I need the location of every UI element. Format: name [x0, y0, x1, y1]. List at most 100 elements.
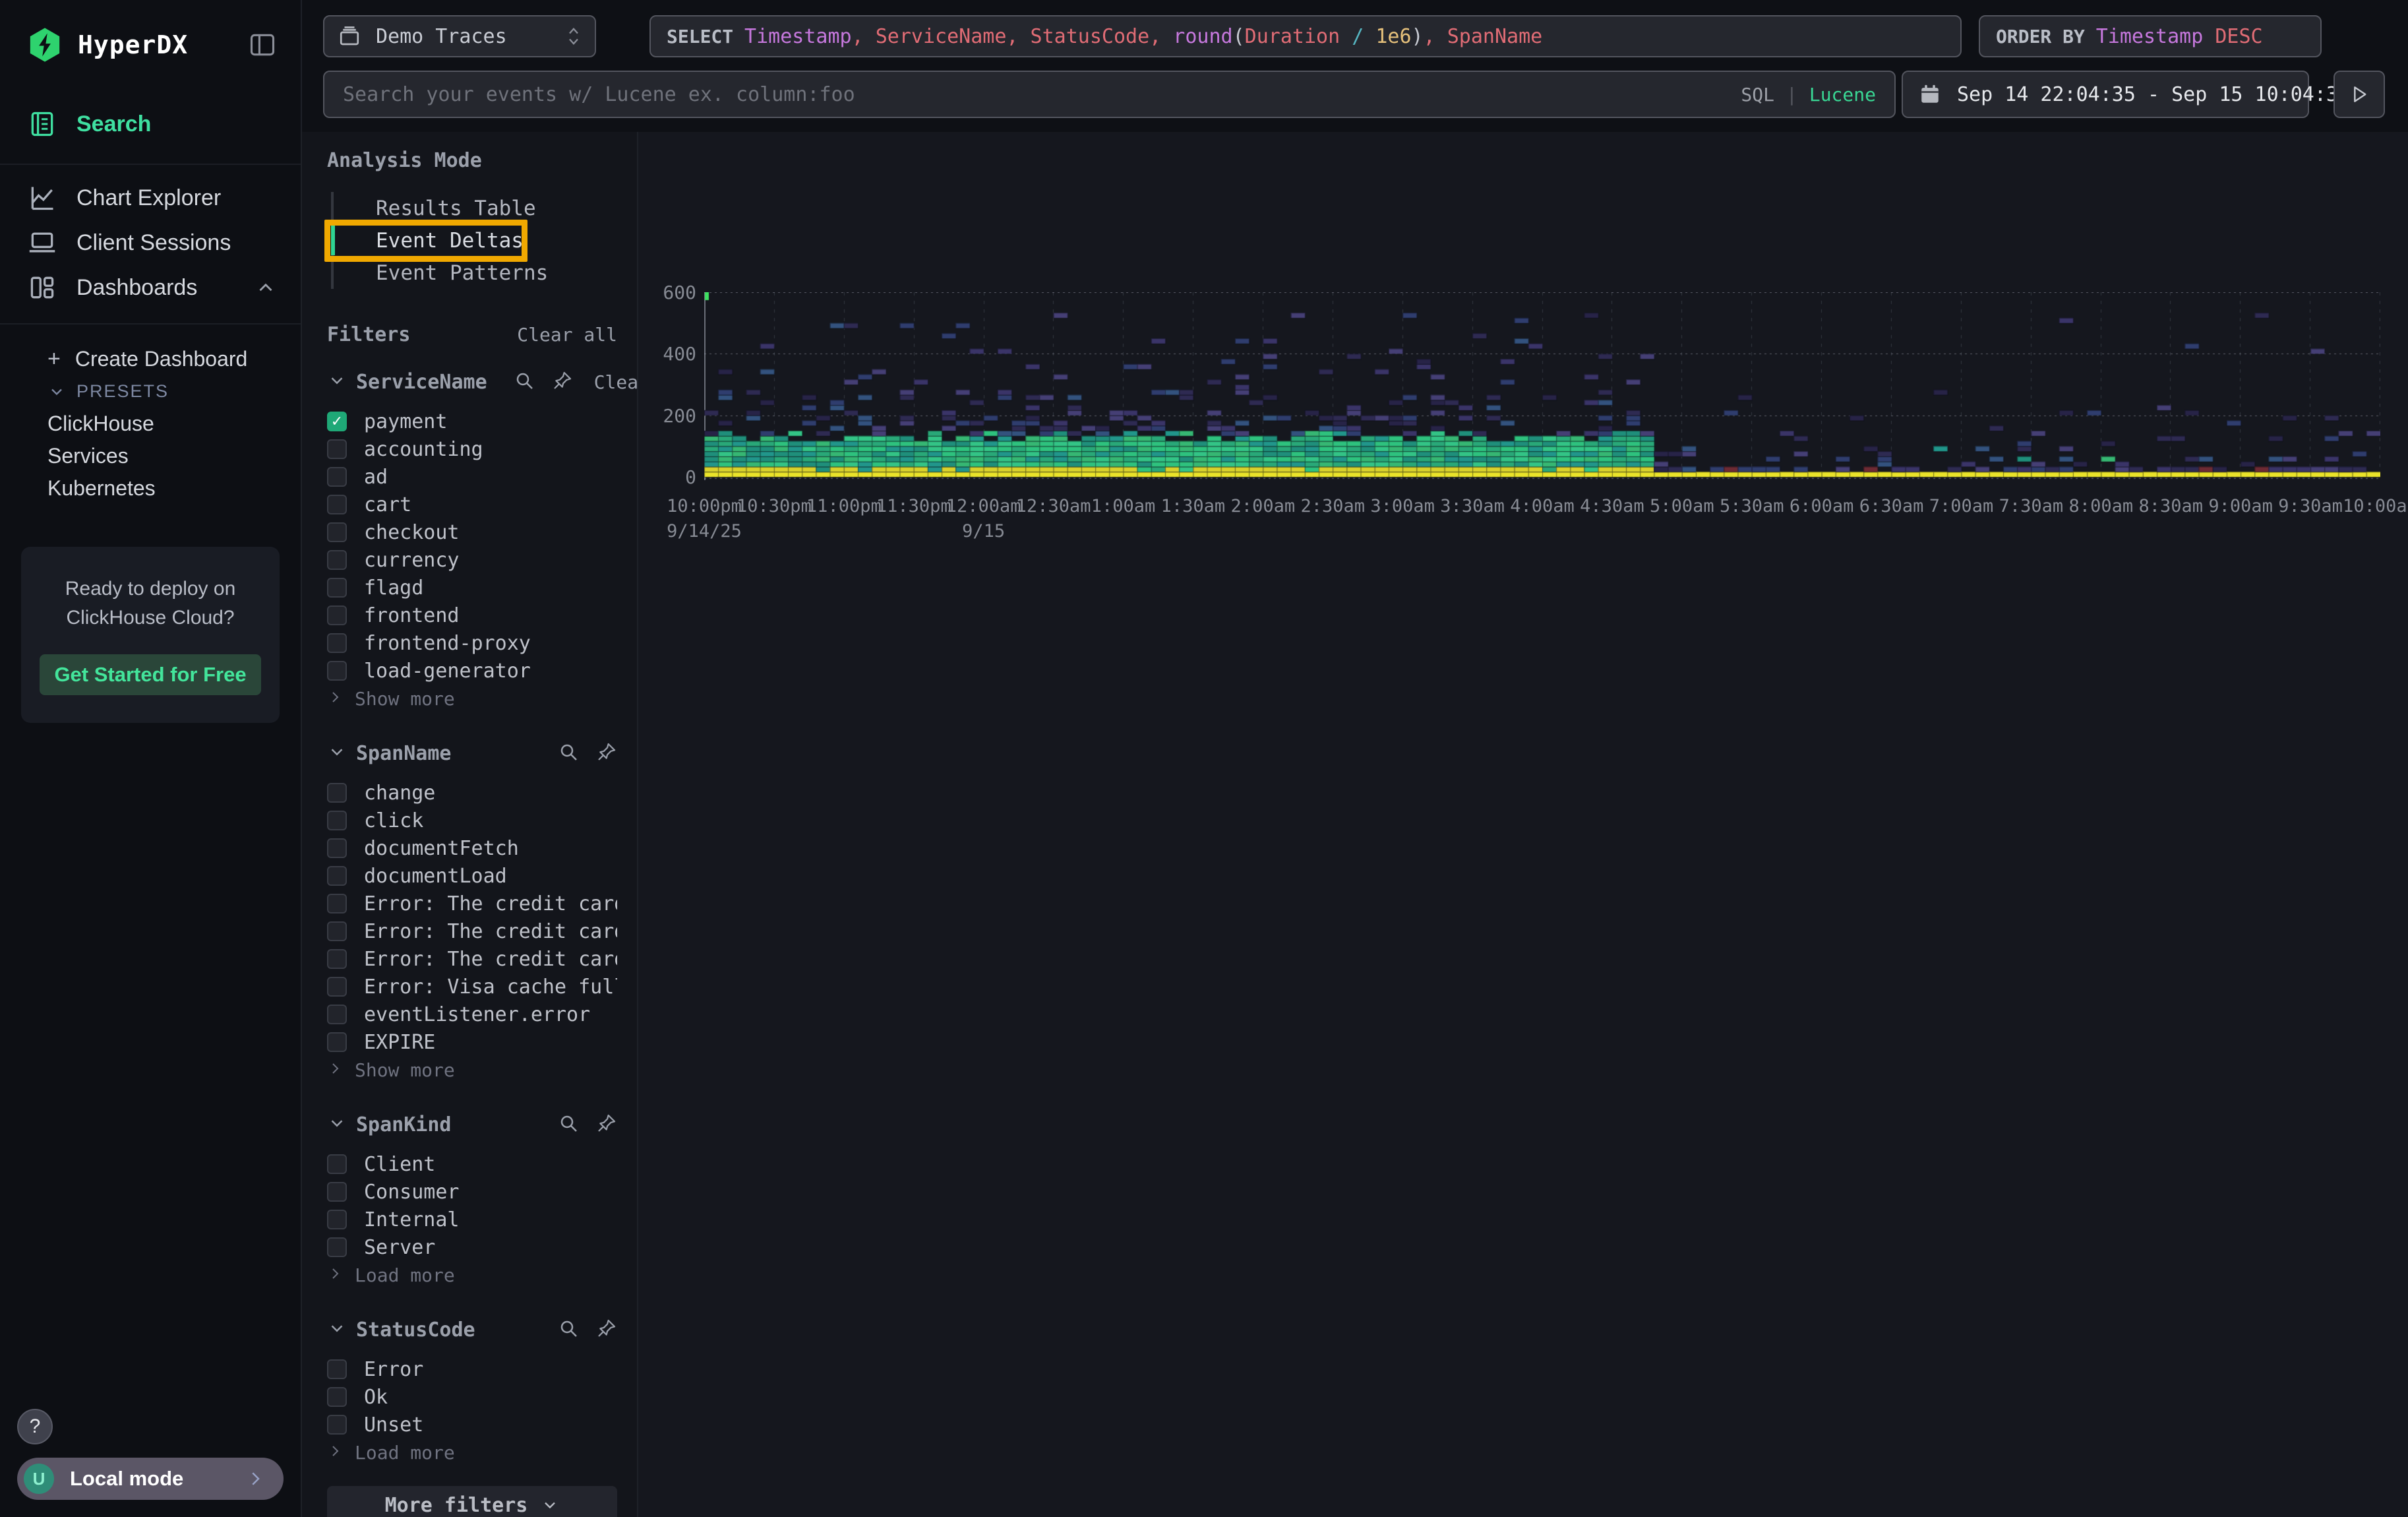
filter-option-unset[interactable]: Unset: [327, 1411, 617, 1439]
filter-option-error[interactable]: Error: [327, 1355, 617, 1383]
checkbox[interactable]: [327, 661, 347, 681]
hyperdx-logo-icon: [26, 26, 63, 63]
filter-option-accounting[interactable]: accounting: [327, 435, 617, 463]
checkbox[interactable]: [327, 1210, 347, 1229]
checkbox[interactable]: [327, 467, 347, 487]
local-mode-menu[interactable]: U Local mode: [17, 1458, 284, 1500]
pin-icon[interactable]: [588, 1113, 617, 1137]
chevron-down-icon[interactable]: [327, 742, 347, 765]
filter-option-frontend-proxy[interactable]: frontend-proxy: [327, 629, 617, 657]
checkbox[interactable]: [327, 1005, 347, 1024]
checkbox[interactable]: [327, 811, 347, 830]
filter-option-click[interactable]: click: [327, 807, 617, 834]
filter-option-error-the-credit-card-[interactable]: Error: The credit card (…: [327, 945, 617, 973]
sidebar-item-kubernetes[interactable]: Kubernetes: [0, 472, 301, 505]
checkbox[interactable]: [327, 1359, 347, 1379]
chevron-down-icon[interactable]: [327, 371, 347, 394]
checkbox[interactable]: [327, 495, 347, 514]
run-query-button[interactable]: [2333, 71, 2385, 118]
show-more-button[interactable]: Show more: [327, 685, 617, 712]
search-input[interactable]: [343, 83, 1728, 106]
sidebar-item-dashboards[interactable]: Dashboards: [0, 265, 301, 310]
help-button[interactable]: ?: [17, 1409, 53, 1444]
checkbox[interactable]: [327, 522, 347, 542]
filter-option-internal[interactable]: Internal: [327, 1206, 617, 1233]
checkbox[interactable]: [327, 439, 347, 459]
filter-option-client[interactable]: Client: [327, 1150, 617, 1178]
analysis-mode-results-table[interactable]: Results Table: [334, 192, 617, 224]
pin-icon[interactable]: [544, 370, 573, 394]
filter-option-ok[interactable]: Ok: [327, 1383, 617, 1411]
filter-option-ad[interactable]: ad: [327, 463, 617, 491]
sql-select-editor[interactable]: SELECT Timestamp, ServiceName, StatusCod…: [649, 15, 1962, 57]
checkbox[interactable]: [327, 894, 347, 913]
order-by-editor[interactable]: ORDER BY Timestamp DESC: [1979, 15, 2322, 57]
sidebar-item-services[interactable]: Services: [0, 440, 301, 472]
checkbox[interactable]: ✓: [327, 412, 347, 431]
filter-option-frontend[interactable]: frontend: [327, 602, 617, 629]
more-filters-button[interactable]: More filters: [327, 1486, 617, 1517]
chevron-down-icon[interactable]: [327, 1113, 347, 1136]
checkbox[interactable]: [327, 1237, 347, 1257]
sidebar-item-search[interactable]: Search: [0, 102, 301, 146]
filter-option-flagd[interactable]: flagd: [327, 574, 617, 602]
presets-toggle[interactable]: PRESETS: [0, 375, 301, 408]
filter-option-change[interactable]: change: [327, 779, 617, 807]
filter-option-currency[interactable]: currency: [327, 546, 617, 574]
checkbox[interactable]: [327, 866, 347, 886]
sidebar-collapse-icon[interactable]: [248, 30, 277, 59]
search-icon[interactable]: [550, 1318, 579, 1342]
filter-option-error-visa-cache-full-[interactable]: Error: Visa cache full: …: [327, 973, 617, 1001]
clear-all-button[interactable]: Clear all: [517, 324, 617, 346]
filter-option-cart[interactable]: cart: [327, 491, 617, 518]
checkbox[interactable]: [327, 1032, 347, 1052]
checkbox[interactable]: [327, 977, 347, 997]
pin-icon[interactable]: [588, 741, 617, 766]
heatmap-canvas[interactable]: [704, 292, 2380, 480]
filter-option-eventlistener-error[interactable]: eventListener.error: [327, 1001, 617, 1028]
load-more-button[interactable]: Load more: [327, 1261, 617, 1289]
filter-option-consumer[interactable]: Consumer: [327, 1178, 617, 1206]
checkbox[interactable]: [327, 605, 347, 625]
checkbox[interactable]: [327, 1415, 347, 1435]
sidebar-item-client-sessions[interactable]: Client Sessions: [0, 220, 301, 265]
filter-option-server[interactable]: Server: [327, 1233, 617, 1261]
chevron-up-icon[interactable]: [255, 276, 277, 299]
filter-option-error-the-credit-card-[interactable]: Error: The credit card (…: [327, 890, 617, 917]
sql-mode-button[interactable]: SQL: [1741, 84, 1774, 106]
checkbox[interactable]: [327, 550, 347, 570]
filter-option-checkout[interactable]: checkout: [327, 518, 617, 546]
checkbox[interactable]: [327, 949, 347, 969]
search-icon[interactable]: [550, 741, 579, 766]
sidebar-item-chart-explorer[interactable]: Chart Explorer: [0, 175, 301, 220]
create-dashboard-button[interactable]: + Create Dashboard: [0, 343, 301, 375]
checkbox[interactable]: [327, 921, 347, 941]
checkbox[interactable]: [327, 783, 347, 803]
load-more-button[interactable]: Load more: [327, 1439, 617, 1466]
analysis-mode-event-deltas[interactable]: Event Deltas: [334, 224, 617, 257]
checkbox[interactable]: [327, 1182, 347, 1202]
filter-option-error-the-credit-card-[interactable]: Error: The credit card (…: [327, 917, 617, 945]
search-icon[interactable]: [506, 370, 535, 394]
source-select[interactable]: Demo Traces: [323, 15, 596, 57]
get-started-button[interactable]: Get Started for Free: [40, 654, 261, 695]
clear-filter-button[interactable]: Clear: [594, 371, 638, 393]
filter-option-documentload[interactable]: documentLoad: [327, 862, 617, 890]
filter-option-payment[interactable]: ✓payment: [327, 408, 617, 435]
filter-option-load-generator[interactable]: load-generator: [327, 657, 617, 685]
filter-option-expire[interactable]: EXPIRE: [327, 1028, 617, 1056]
filter-option-documentfetch[interactable]: documentFetch: [327, 834, 617, 862]
checkbox[interactable]: [327, 838, 347, 858]
pin-icon[interactable]: [588, 1318, 617, 1342]
analysis-mode-event-patterns[interactable]: Event Patterns: [334, 257, 617, 289]
checkbox[interactable]: [327, 1154, 347, 1174]
date-range-picker[interactable]: Sep 14 22:04:35 - Sep 15 10:04:35: [1902, 71, 2309, 118]
search-icon[interactable]: [550, 1113, 579, 1137]
sidebar-item-clickhouse[interactable]: ClickHouse: [0, 408, 301, 440]
show-more-button[interactable]: Show more: [327, 1056, 617, 1084]
checkbox[interactable]: [327, 578, 347, 598]
chevron-down-icon[interactable]: [327, 1318, 347, 1342]
checkbox[interactable]: [327, 633, 347, 653]
checkbox[interactable]: [327, 1387, 347, 1407]
lucene-mode-button[interactable]: Lucene: [1809, 84, 1876, 106]
